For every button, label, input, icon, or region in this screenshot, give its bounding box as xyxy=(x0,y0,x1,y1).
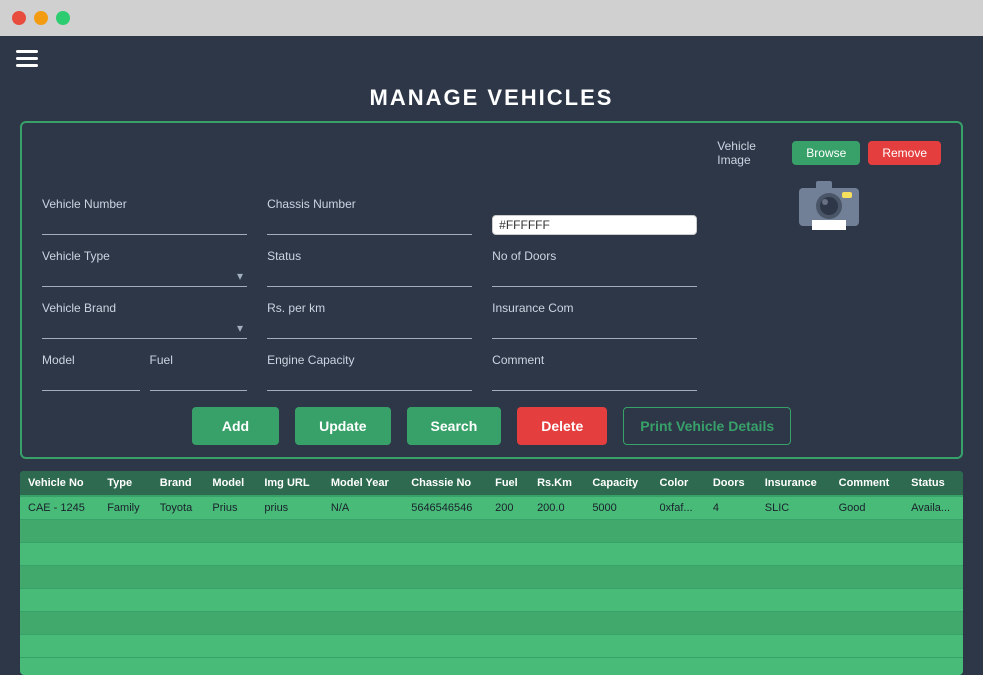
table-cell: N/A xyxy=(323,496,403,520)
table-section: Vehicle No Type Brand Model Img URL Mode… xyxy=(20,471,963,675)
col-chassie-no: Chassie No xyxy=(403,471,487,496)
table-cell: 5646546546 xyxy=(403,496,487,520)
status-label: Status xyxy=(267,249,472,263)
fuel-label: Fuel xyxy=(150,353,248,367)
no-of-doors-label: No of Doors xyxy=(492,249,697,263)
rs-per-km-label: Rs. per km xyxy=(267,301,472,315)
engine-capacity-input[interactable] xyxy=(267,371,472,391)
table-cell: 200 xyxy=(487,496,529,520)
col-capacity: Capacity xyxy=(584,471,651,496)
col-rs-km: Rs.Km xyxy=(529,471,584,496)
table-cell: SLIC xyxy=(757,496,831,520)
model-field: Model xyxy=(42,353,140,391)
vehicle-image-section: Vehicle Image Browse Remove xyxy=(717,139,941,235)
table-row-empty xyxy=(20,635,963,658)
table-cell: Prius xyxy=(204,496,256,520)
close-dot[interactable] xyxy=(12,11,26,25)
table-cell: 5000 xyxy=(584,496,651,520)
hamburger-menu[interactable] xyxy=(0,36,983,81)
col-doors: Doors xyxy=(705,471,757,496)
col-type: Type xyxy=(99,471,152,496)
table-row[interactable]: CAE - 1245FamilyToyotaPriuspriusN/A56465… xyxy=(20,496,963,520)
vehicle-brand-field: Vehicle Brand Toyota Honda Suzuki xyxy=(42,301,247,339)
table-cell: 200.0 xyxy=(529,496,584,520)
vehicle-number-field: Vehicle Number xyxy=(42,197,247,235)
vehicle-number-input[interactable] xyxy=(42,215,247,235)
rs-per-km-field: Rs. per km xyxy=(267,301,472,339)
status-field: Status xyxy=(267,249,472,287)
vehicle-type-field: Vehicle Type Family SUV Minivan xyxy=(42,249,247,287)
update-button[interactable]: Update xyxy=(295,407,390,445)
col-insurance: Insurance xyxy=(757,471,831,496)
fuel-field: Fuel xyxy=(150,353,248,391)
app-body: MANAGE VEHICLES Vehicle Number Chassis N… xyxy=(0,36,983,675)
vehicle-type-label: Vehicle Type xyxy=(42,249,247,263)
delete-button[interactable]: Delete xyxy=(517,407,607,445)
no-of-doors-input[interactable] xyxy=(492,267,697,287)
browse-button[interactable]: Browse xyxy=(792,141,860,165)
insurance-com-input[interactable] xyxy=(492,319,697,339)
table-row-empty xyxy=(20,543,963,566)
chassis-number-label: Chassis Number xyxy=(267,197,472,211)
table-cell: 4 xyxy=(705,496,757,520)
color-field xyxy=(492,215,697,235)
col-model-year: Model Year xyxy=(323,471,403,496)
color-input[interactable] xyxy=(492,215,697,235)
action-buttons: Add Update Search Delete Print Vehicle D… xyxy=(42,407,941,445)
chassis-number-field: Chassis Number xyxy=(267,197,472,235)
table-cell: Toyota xyxy=(152,496,205,520)
status-input[interactable] xyxy=(267,267,472,287)
comment-field: Comment xyxy=(492,353,697,391)
table-row-empty xyxy=(20,566,963,589)
no-of-doors-field: No of Doors xyxy=(492,249,697,287)
model-fuel-group: Model Fuel xyxy=(42,353,247,391)
remove-button[interactable]: Remove xyxy=(868,141,941,165)
table-cell: Family xyxy=(99,496,152,520)
table-row-empty xyxy=(20,589,963,612)
maximize-dot[interactable] xyxy=(56,11,70,25)
engine-capacity-field: Engine Capacity xyxy=(267,353,472,391)
col-img-url: Img URL xyxy=(256,471,323,496)
col-fuel: Fuel xyxy=(487,471,529,496)
title-bar xyxy=(0,0,983,36)
fuel-input[interactable] xyxy=(150,371,248,391)
comment-input[interactable] xyxy=(492,371,697,391)
model-label: Model xyxy=(42,353,140,367)
search-button[interactable]: Search xyxy=(407,407,502,445)
col-status: Status xyxy=(903,471,963,496)
image-buttons: Browse Remove xyxy=(792,141,941,165)
col-model: Model xyxy=(204,471,256,496)
table-cell: 0xfaf... xyxy=(652,496,705,520)
minimize-dot[interactable] xyxy=(34,11,48,25)
table-header-row: Vehicle No Type Brand Model Img URL Mode… xyxy=(20,471,963,496)
add-button[interactable]: Add xyxy=(192,407,279,445)
table-cell: prius xyxy=(256,496,323,520)
vehicles-table: Vehicle No Type Brand Model Img URL Mode… xyxy=(20,471,963,658)
vehicle-brand-select[interactable]: Toyota Honda Suzuki xyxy=(42,319,247,339)
main-card: Vehicle Number Chassis Number Vehicle Im… xyxy=(20,121,963,459)
table-row-empty xyxy=(20,520,963,543)
col-comment: Comment xyxy=(831,471,904,496)
vehicle-image-label: Vehicle Image xyxy=(717,139,762,167)
table-cell: Availa... xyxy=(903,496,963,520)
vehicle-type-select[interactable]: Family SUV Minivan xyxy=(42,267,247,287)
insurance-com-field: Insurance Com xyxy=(492,301,697,339)
print-button[interactable]: Print Vehicle Details xyxy=(623,407,791,445)
engine-capacity-label: Engine Capacity xyxy=(267,353,472,367)
camera-icon xyxy=(794,175,864,235)
page-title: MANAGE VEHICLES xyxy=(0,85,983,111)
table-cell: CAE - 1245 xyxy=(20,496,99,520)
table-cell: Good xyxy=(831,496,904,520)
chassis-number-input[interactable] xyxy=(267,215,472,235)
model-input[interactable] xyxy=(42,371,140,391)
vehicle-brand-label: Vehicle Brand xyxy=(42,301,247,315)
col-vehicle-no: Vehicle No xyxy=(20,471,99,496)
col-brand: Brand xyxy=(152,471,205,496)
vehicle-number-label: Vehicle Number xyxy=(42,197,247,211)
col-color: Color xyxy=(652,471,705,496)
insurance-com-label: Insurance Com xyxy=(492,301,697,315)
rs-per-km-input[interactable] xyxy=(267,319,472,339)
table-row-empty xyxy=(20,612,963,635)
comment-label: Comment xyxy=(492,353,697,367)
